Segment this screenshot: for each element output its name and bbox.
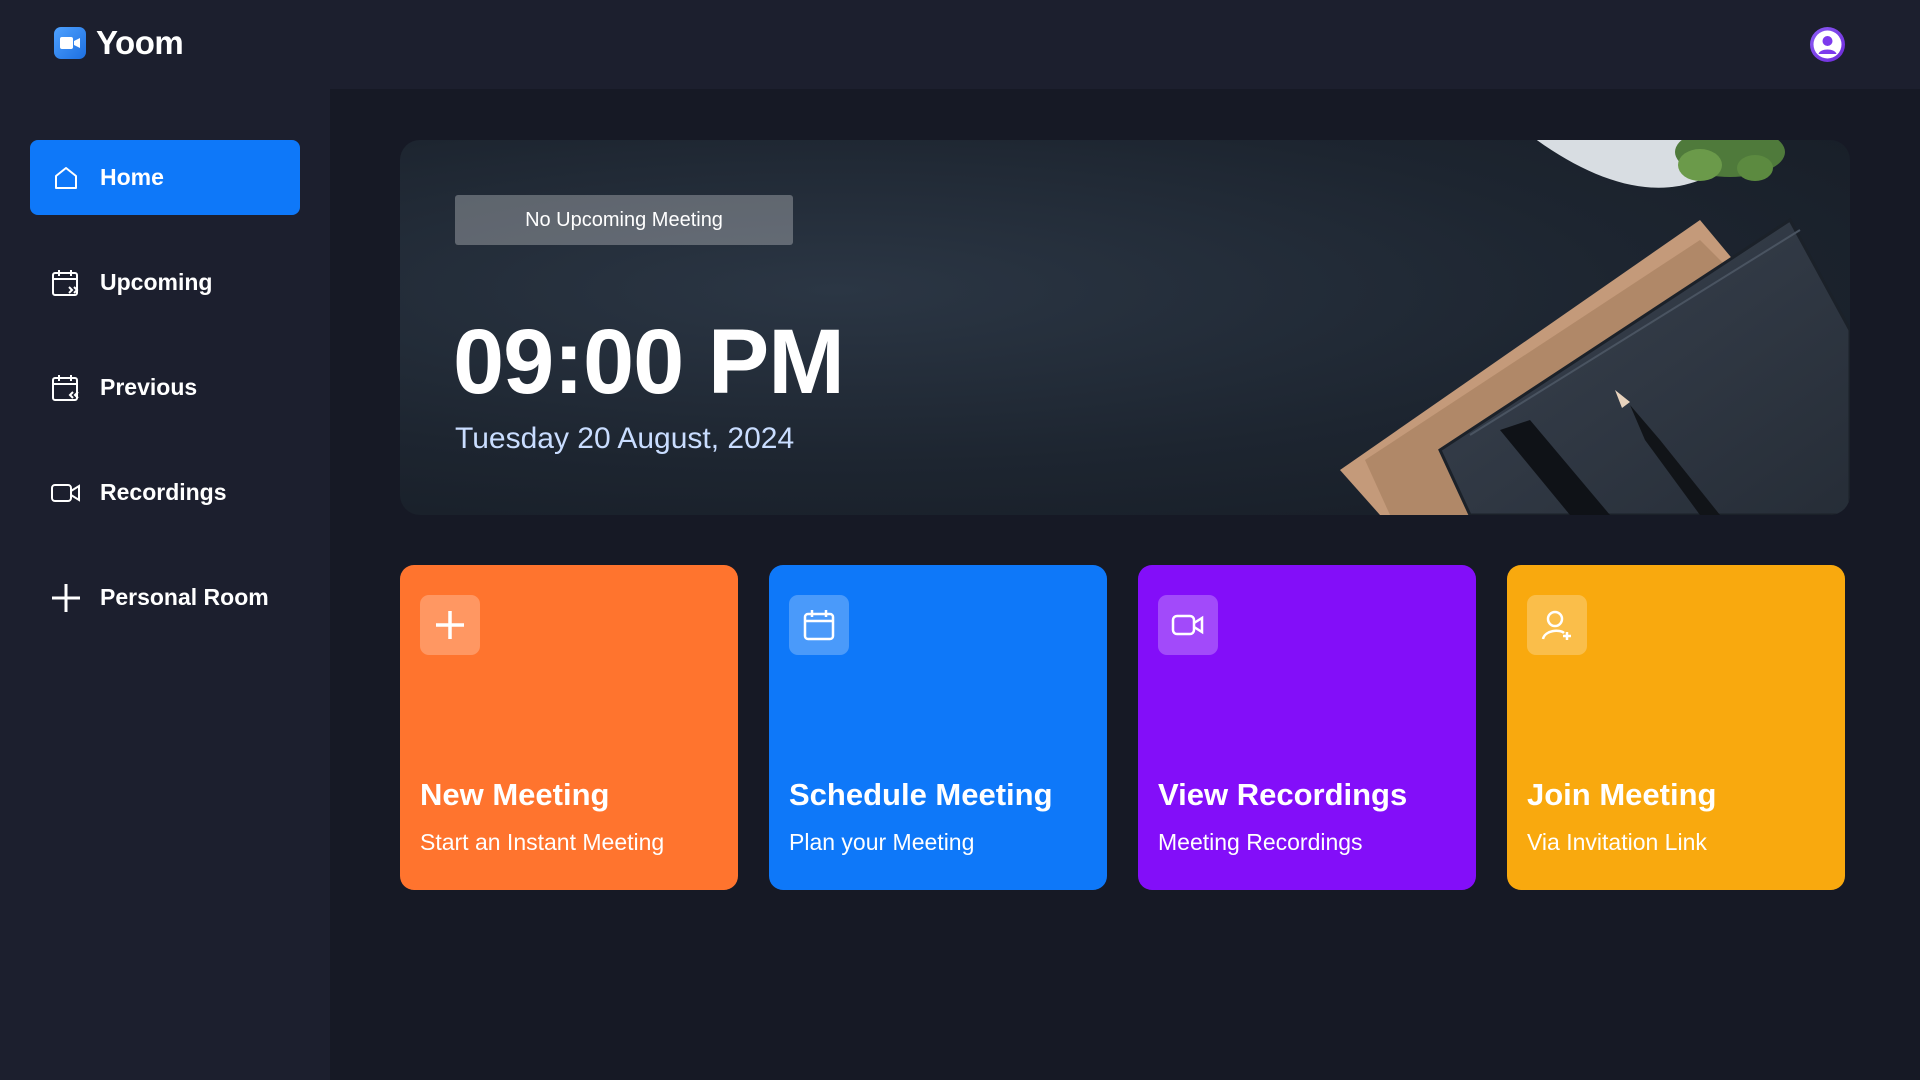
sidebar-item-label: Recordings bbox=[100, 479, 227, 505]
view-recordings-card[interactable]: View Recordings Meeting Recordings bbox=[1138, 565, 1476, 890]
sidebar: Home Upcoming Previous Recordings Person… bbox=[0, 89, 330, 1080]
card-title: Schedule Meeting bbox=[789, 777, 1053, 812]
card-title: View Recordings bbox=[1158, 777, 1408, 812]
card-title: New Meeting bbox=[420, 777, 610, 812]
schedule-meeting-card[interactable]: Schedule Meeting Plan your Meeting bbox=[769, 565, 1107, 890]
sidebar-item-upcoming[interactable]: Upcoming bbox=[30, 245, 300, 320]
desk-notebook-illustration bbox=[1340, 140, 1850, 515]
calendar-icon bbox=[789, 595, 849, 655]
video-camera-icon bbox=[54, 27, 86, 59]
calendar-forward-icon bbox=[50, 267, 82, 299]
user-add-icon bbox=[1527, 595, 1587, 655]
new-meeting-card[interactable]: New Meeting Start an Instant Meeting bbox=[400, 565, 738, 890]
sidebar-item-recordings[interactable]: Recordings bbox=[30, 455, 300, 530]
plus-icon bbox=[50, 582, 82, 614]
top-bar: Yoom bbox=[0, 0, 1920, 89]
home-icon bbox=[50, 162, 82, 194]
sidebar-item-personal-room[interactable]: Personal Room bbox=[30, 560, 300, 635]
sidebar-item-previous[interactable]: Previous bbox=[30, 350, 300, 425]
sidebar-item-label: Upcoming bbox=[100, 269, 213, 295]
current-date: Tuesday 20 August, 2024 bbox=[455, 422, 795, 455]
sidebar-item-home[interactable]: Home bbox=[30, 140, 300, 215]
upcoming-meeting-badge: No Upcoming Meeting bbox=[455, 195, 793, 245]
card-subtitle: Meeting Recordings bbox=[1158, 829, 1363, 855]
user-avatar-icon[interactable] bbox=[1810, 27, 1845, 62]
brand[interactable]: Yoom bbox=[54, 24, 184, 62]
video-icon bbox=[50, 477, 82, 509]
card-subtitle: Plan your Meeting bbox=[789, 829, 975, 855]
video-icon bbox=[1158, 595, 1218, 655]
app-name: Yoom bbox=[96, 24, 184, 61]
card-title: Join Meeting bbox=[1527, 777, 1717, 812]
sidebar-item-label: Home bbox=[100, 164, 164, 190]
join-meeting-card[interactable]: Join Meeting Via Invitation Link bbox=[1507, 565, 1845, 890]
current-time: 09:00 PM bbox=[453, 311, 845, 413]
hero-banner: No Upcoming Meeting 09:00 PM Tuesday 20 … bbox=[400, 140, 1850, 515]
calendar-back-icon bbox=[50, 372, 82, 404]
card-subtitle: Via Invitation Link bbox=[1527, 829, 1707, 855]
plus-icon bbox=[420, 595, 480, 655]
sidebar-item-label: Personal Room bbox=[100, 584, 269, 610]
sidebar-item-label: Previous bbox=[100, 374, 198, 400]
card-subtitle: Start an Instant Meeting bbox=[420, 829, 665, 855]
